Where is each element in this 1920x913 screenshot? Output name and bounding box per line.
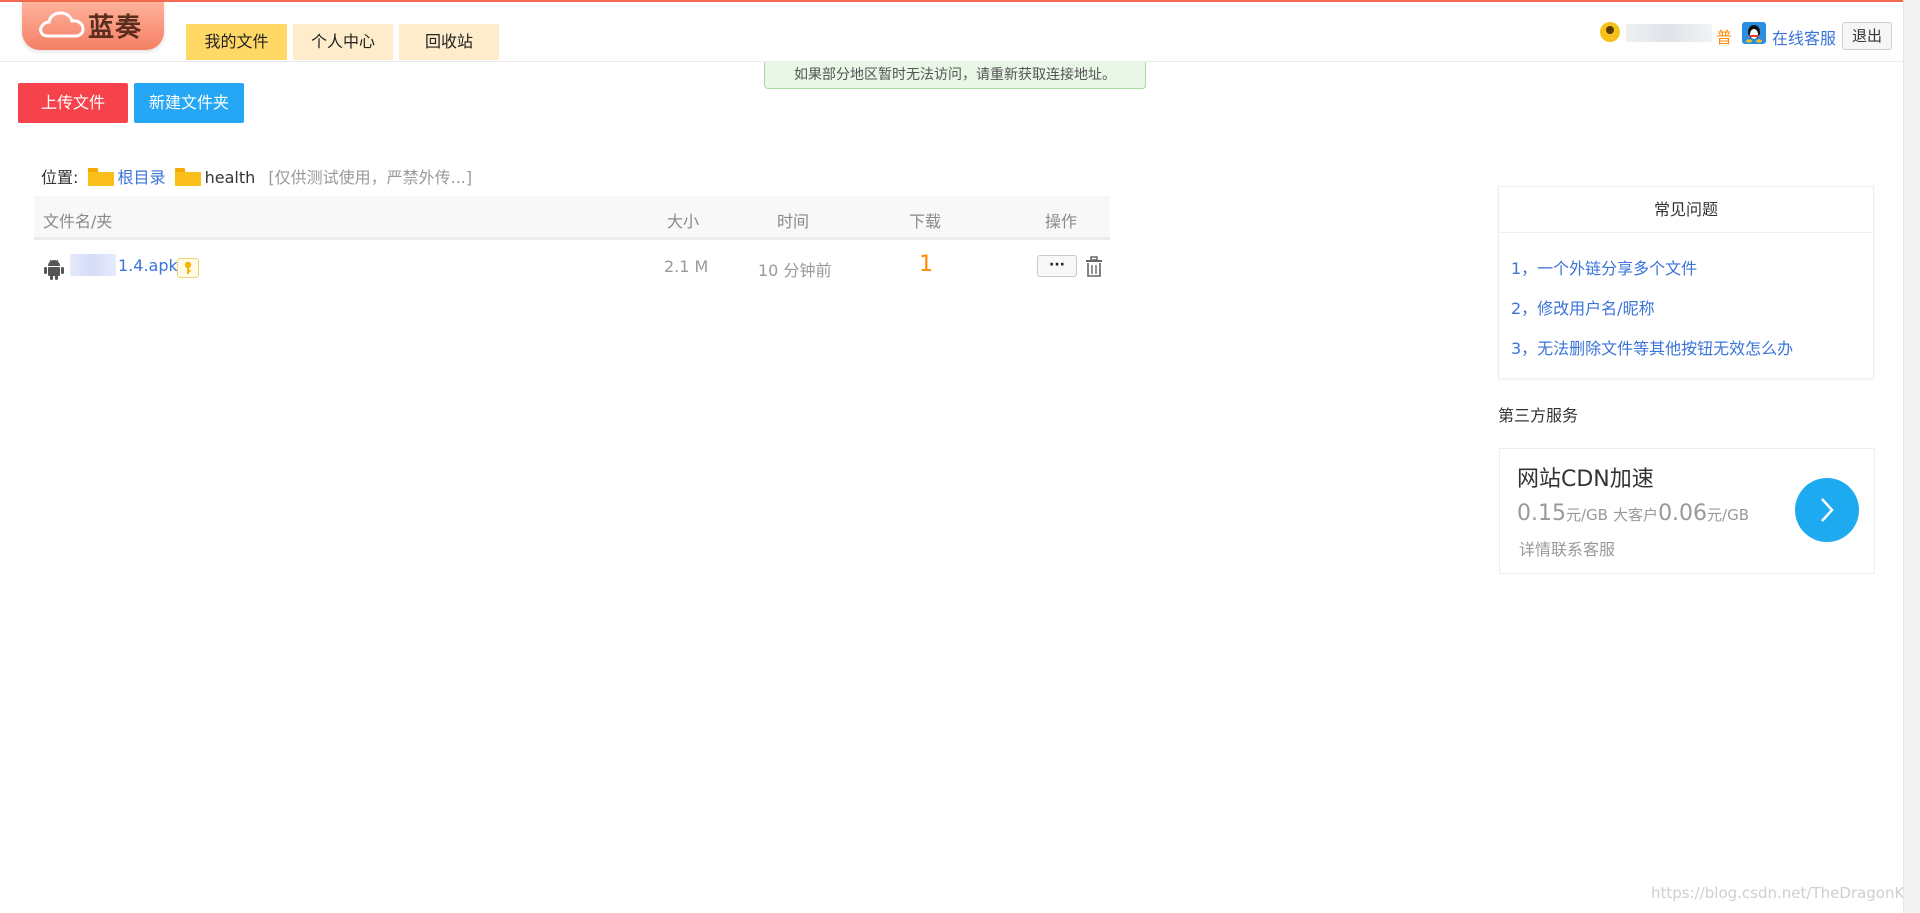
android-icon bbox=[44, 259, 64, 280]
cloud-logo-icon bbox=[39, 11, 85, 38]
column-header-name: 文件名/夹 bbox=[43, 212, 113, 231]
cdn-ad-card[interactable]: 网站CDN加速 0.15元/GB 大客户0.06元/GB 详情联系客服 bbox=[1499, 448, 1875, 574]
scrollbar[interactable] bbox=[1903, 0, 1920, 913]
online-service-link[interactable]: 在线客服 bbox=[1772, 25, 1836, 49]
breadcrumb-current-folder: health bbox=[204, 168, 256, 187]
cdn-price-big-customer: 0.06 bbox=[1658, 501, 1708, 526]
file-name-link[interactable]: 1.4.apk bbox=[118, 256, 178, 275]
breadcrumb: 位置: 根目录 health [仅供测试使用，严禁外传...] bbox=[41, 166, 472, 190]
folder-note: [仅供测试使用，严禁外传...] bbox=[268, 168, 473, 187]
folder-icon bbox=[87, 168, 114, 186]
tab-personal-center[interactable]: 个人中心 bbox=[293, 24, 393, 60]
logo[interactable]: 蓝奏 bbox=[22, 2, 164, 50]
column-header-actions: 操作 bbox=[1045, 212, 1078, 231]
trash-icon[interactable] bbox=[1084, 256, 1104, 278]
user-level-badge: 普 bbox=[1716, 28, 1733, 47]
header: 蓝奏 我的文件 个人中心 回收站 普 在线客服 退出 bbox=[0, 2, 1920, 62]
breadcrumb-prefix: 位置: bbox=[41, 168, 79, 187]
third-party-services-title: 第三方服务 bbox=[1498, 406, 1579, 425]
file-time: 10 分钟前 bbox=[758, 261, 832, 280]
logout-button[interactable]: 退出 bbox=[1842, 22, 1892, 50]
file-size: 2.1 M bbox=[664, 257, 709, 276]
cdn-price-standard: 0.15 bbox=[1517, 501, 1566, 526]
user-icon bbox=[1600, 22, 1620, 42]
download-count: 1 bbox=[919, 252, 933, 277]
faq-link-2[interactable]: 2，修改用户名/昵称 bbox=[1511, 295, 1655, 319]
watermark: https://blog.csdn.net/TheDragonKing bbox=[1651, 884, 1920, 902]
new-folder-button[interactable]: 新建文件夹 bbox=[134, 83, 244, 123]
more-actions-button[interactable]: ··· bbox=[1037, 255, 1077, 277]
faq-link-3[interactable]: 3，无法删除文件等其他按钮无效怎么办 bbox=[1511, 335, 1793, 359]
file-table-header: 文件名/夹 大小 时间 下载 操作 bbox=[34, 196, 1110, 240]
faq-link-1[interactable]: 1，一个外链分享多个文件 bbox=[1511, 255, 1697, 279]
column-header-size: 大小 bbox=[667, 212, 700, 231]
faq-title: 常见问题 bbox=[1499, 187, 1873, 233]
breadcrumb-root-link[interactable]: 根目录 bbox=[118, 168, 166, 187]
user-name-redacted bbox=[1626, 24, 1712, 42]
cdn-price: 0.15元/GB 大客户0.06元/GB bbox=[1517, 501, 1749, 526]
faq-panel: 常见问题 1，一个外链分享多个文件 2，修改用户名/昵称 3，无法删除文件等其他… bbox=[1498, 186, 1874, 379]
tab-my-files[interactable]: 我的文件 bbox=[186, 24, 287, 60]
cdn-big-customer: 大客户 bbox=[1613, 506, 1659, 524]
cdn-price-unit: 元/GB bbox=[1707, 506, 1750, 524]
upload-file-button[interactable]: 上传文件 bbox=[18, 83, 128, 123]
logo-text: 蓝奏 bbox=[88, 13, 143, 43]
cdn-go-button[interactable] bbox=[1795, 478, 1859, 542]
cdn-price-unit: 元/GB bbox=[1565, 506, 1608, 524]
cdn-title: 网站CDN加速 bbox=[1517, 467, 1654, 492]
notice-banner: 如果部分地区暂时无法访问，请重新获取连接地址。 bbox=[764, 62, 1146, 89]
column-header-time: 时间 bbox=[777, 212, 810, 231]
filename-redacted bbox=[70, 254, 116, 276]
tab-recycle-bin[interactable]: 回收站 bbox=[399, 24, 499, 60]
cdn-contact-text: 详情联系客服 bbox=[1519, 540, 1616, 559]
key-icon[interactable] bbox=[177, 258, 199, 278]
column-header-downloads: 下载 bbox=[909, 212, 942, 231]
chevron-right-icon bbox=[1821, 498, 1834, 522]
folder-icon bbox=[174, 168, 201, 186]
table-row: 1.4.apk 2.1 M 10 分钟前 1 ··· bbox=[34, 246, 1110, 288]
qq-icon[interactable] bbox=[1742, 22, 1766, 44]
